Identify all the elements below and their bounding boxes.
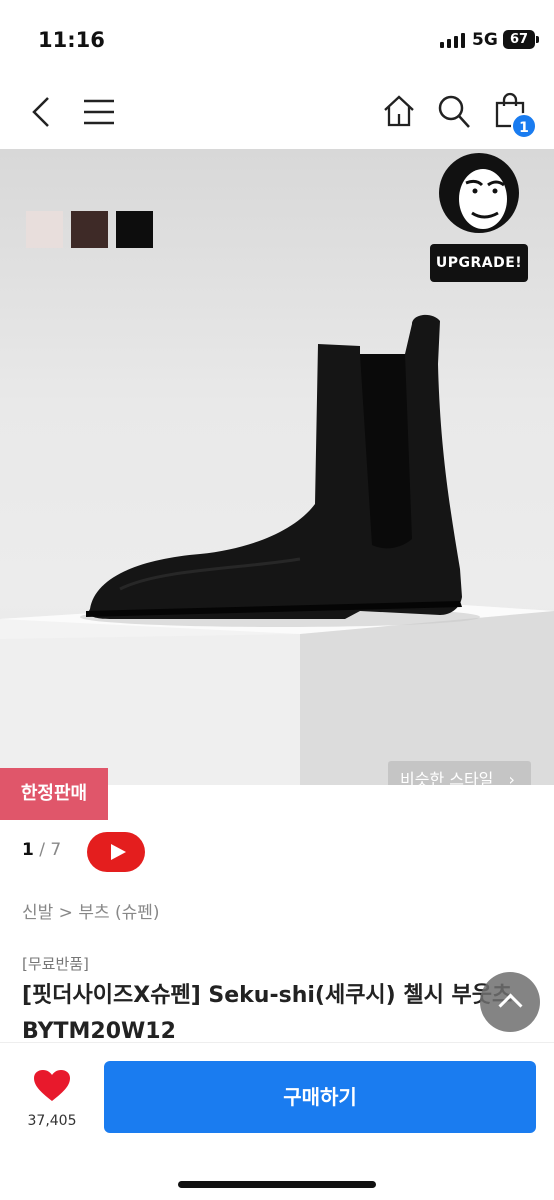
battery-icon: 67 [503, 30, 539, 49]
free-return-tag: [무료반품] [22, 955, 89, 973]
pager-separator: / [39, 840, 45, 860]
cart-count-badge: 1 [511, 113, 537, 139]
color-swatch[interactable] [116, 211, 153, 248]
avatar-illustration [439, 153, 519, 233]
hamburger-menu-icon[interactable] [82, 98, 116, 126]
like-button[interactable]: 37,405 [24, 1069, 80, 1129]
upgrade-badge[interactable]: UPGRADE! [428, 149, 530, 287]
pager-total: 7 [50, 840, 62, 860]
color-swatch[interactable] [71, 211, 108, 248]
buy-button[interactable]: 구매하기 [104, 1061, 536, 1133]
status-bar: 11:16 5G 67 [0, 0, 554, 80]
product-title: [핏더사이즈X슈펜] Seku-shi(세쿠시) 첼시 부웃츠 BYTM20W1… [22, 983, 513, 1044]
breadcrumb[interactable]: 신발 > 부츠 (슈펜) [22, 898, 160, 923]
color-swatch[interactable] [26, 211, 63, 248]
like-count: 37,405 [27, 1113, 77, 1129]
chevron-left-icon[interactable] [28, 96, 56, 128]
top-nav-bar [0, 80, 554, 146]
status-time: 11:16 [38, 28, 105, 52]
bottom-action-bar: 37,405 구매하기 [0, 1042, 554, 1200]
color-swatches [26, 211, 153, 248]
image-pager: 1 / 7 [22, 840, 61, 860]
similar-style-label: 비슷한 스타일 [400, 770, 494, 785]
scroll-to-top-button[interactable] [480, 972, 540, 1032]
home-indicator [178, 1181, 376, 1188]
home-icon[interactable] [382, 94, 416, 128]
signal-icon [440, 32, 465, 48]
limited-sale-badge: 한정판매 [0, 768, 108, 820]
heart-icon [34, 1070, 70, 1101]
upgrade-label: UPGRADE! [430, 244, 528, 282]
youtube-play-icon[interactable] [87, 832, 145, 872]
product-image[interactable]: UPGRADE! 비슷한 스타일 › [0, 149, 554, 785]
pager-current: 1 [22, 840, 34, 860]
search-icon[interactable] [436, 94, 472, 130]
similar-style-button[interactable]: 비슷한 스타일 › [388, 761, 531, 785]
chevron-right-icon: › [508, 770, 515, 785]
network-label: 5G [472, 30, 498, 50]
